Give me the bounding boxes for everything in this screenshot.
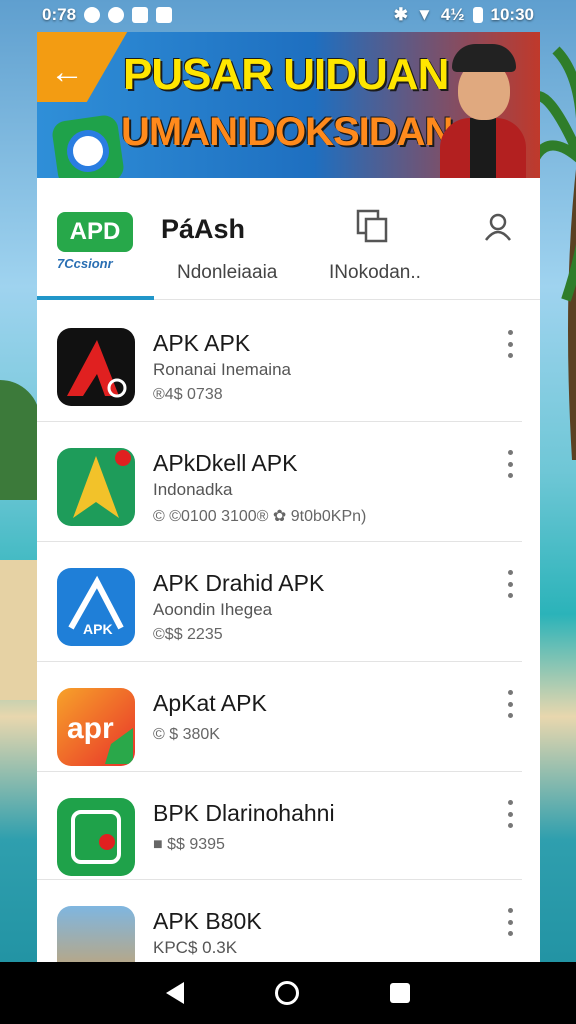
notification-icon <box>108 7 125 23</box>
apk-text-icon: apr <box>57 688 135 766</box>
notification-icon <box>156 7 173 23</box>
app-subtitle: Aoondin Ihegea <box>153 600 273 619</box>
app-meta: ■ $$ 9395 <box>153 836 225 853</box>
tab-indonesia[interactable]: Ndonleiaaia <box>177 262 277 284</box>
header-title: PáAsh <box>161 214 246 244</box>
photo-thumbnail-icon <box>57 906 135 962</box>
tab-downloads[interactable]: INokodan.. <box>329 262 421 284</box>
chat-icon <box>64 127 112 175</box>
status-left-text: 0:78 <box>42 5 77 24</box>
app-name: APkDkell APK <box>153 450 298 476</box>
more-options-icon[interactable] <box>498 800 522 828</box>
banner-person-image <box>440 38 526 178</box>
tab-indicator <box>37 296 154 300</box>
banner-title-line-1: PUSAR UIDUAN <box>123 50 449 99</box>
app-name: APK APK <box>153 330 251 356</box>
app-meta: © ©0100 3100® ✿ 9t0b0KPn) <box>153 508 367 525</box>
more-options-icon[interactable] <box>498 570 522 598</box>
nav-back-icon[interactable] <box>165 982 184 1004</box>
brand-logo[interactable]: APD <box>57 212 133 252</box>
list-item[interactable]: APK APK Drahid APK Aoondin Ihegea ©$$ 22… <box>37 542 522 662</box>
app-name: APK Drahid APK <box>153 570 325 596</box>
user-icon[interactable] <box>483 212 513 242</box>
copy-icon[interactable] <box>355 208 389 244</box>
list-item[interactable]: APK B80K KPC$ 0.3K <box>37 880 522 962</box>
nav-recents-icon[interactable] <box>390 983 411 1003</box>
person-cap <box>452 44 516 72</box>
list-item[interactable]: BPK Dlarinohahni ■ $$ 9395 <box>37 772 522 880</box>
background-hill <box>0 380 40 500</box>
app-name: ApKat APK <box>153 690 267 716</box>
app-subtitle: Ronanai Inemaina <box>153 360 291 379</box>
more-options-icon[interactable] <box>498 330 522 358</box>
list-item[interactable]: APK APK Ronanai Inemaina ®4$ 0738 <box>37 302 522 422</box>
battery-icon <box>472 7 483 23</box>
banner-title-line-2: UMANIDOKSIDAN <box>121 110 453 154</box>
svg-text:apr: apr <box>67 712 114 745</box>
person-shirt <box>470 118 496 178</box>
brand-subtitle: 7Ccsionr <box>57 256 113 271</box>
star-arrow-icon <box>57 448 135 526</box>
green-shield-icon <box>57 798 135 876</box>
navigation-bar <box>0 962 576 1024</box>
more-options-icon[interactable] <box>498 908 522 936</box>
app-meta: © $ 380K <box>153 726 220 743</box>
more-options-icon[interactable] <box>498 690 522 718</box>
header-row: APD 7Ccsionr PáAsh Ndonleiaaia INokodan.… <box>37 178 540 300</box>
wifi-icon: ▼ <box>416 5 433 24</box>
status-left: 0:78 <box>42 5 173 25</box>
list-item[interactable]: apr ApKat APK © $ 380K <box>37 662 522 772</box>
battery-text: 4½ <box>440 5 465 24</box>
notification-icon <box>84 7 101 23</box>
status-right: ✱ ▼ 4½ 10:30 <box>394 5 534 25</box>
list-item[interactable]: APkDkell APK Indonadka © ©0100 3100® ✿ 9… <box>37 422 522 542</box>
red-a-icon <box>57 328 135 406</box>
svg-text:APK: APK <box>83 621 113 637</box>
nav-home-icon[interactable] <box>274 981 299 1005</box>
promo-banner[interactable]: ← PUSAR UIDUAN UMANIDOKSIDAN <box>37 32 540 178</box>
bluetooth-icon: ✱ <box>393 5 409 24</box>
status-bar: 0:78 ✱ ▼ 4½ 10:30 <box>0 0 576 30</box>
back-arrow-icon[interactable]: ← <box>47 52 87 92</box>
status-time: 10:30 <box>490 5 534 24</box>
app-name: APK B80K <box>153 908 262 934</box>
more-options-icon[interactable] <box>498 450 522 478</box>
app-list: APK APK Ronanai Inemaina ®4$ 0738 APkDke… <box>37 302 540 962</box>
app-subtitle: Indonadka <box>153 480 233 499</box>
banner-app-logo <box>50 113 126 178</box>
app-name: BPK Dlarinohahni <box>153 800 335 826</box>
app-subtitle: KPC$ 0.3K <box>153 938 238 957</box>
app-meta: ©$$ 2235 <box>153 626 223 643</box>
notification-icon <box>132 7 149 23</box>
app-meta: ®4$ 0738 <box>153 386 223 403</box>
blue-a-icon: APK <box>57 568 135 646</box>
background-beach <box>0 560 40 700</box>
app-card: ← PUSAR UIDUAN UMANIDOKSIDAN APD 7Ccsion… <box>37 32 540 962</box>
